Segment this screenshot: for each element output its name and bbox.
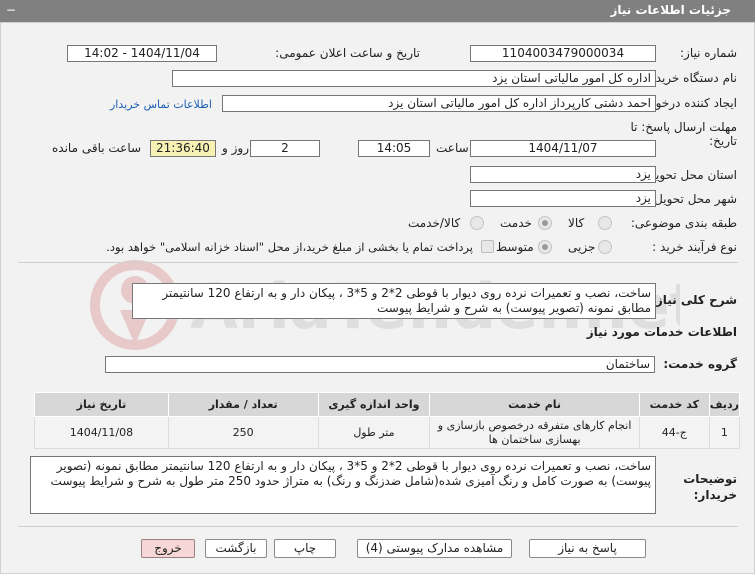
category-option-service: خدمت: [500, 216, 532, 230]
process-option-medium: متوسط: [496, 240, 534, 254]
city-field: یزد: [470, 190, 656, 207]
service-group-label: گروه خدمت:: [663, 357, 737, 371]
treasury-payment-note: پرداخت تمام یا بخشی از مبلغ خرید،از محل …: [106, 240, 473, 254]
deadline-time-field: 14:05: [358, 140, 430, 157]
reply-button[interactable]: پاسخ به نیاز: [529, 539, 646, 558]
deadline-date-field: 1404/11/07: [470, 140, 656, 157]
col-header-date: تاریخ نیاز: [34, 392, 169, 417]
title-bar: جزئیات اطلاعات نیاز −: [0, 0, 755, 22]
remaining-time-field: 21:36:40: [150, 140, 216, 157]
category-radio-service[interactable]: [538, 216, 552, 230]
days-label: روز و: [222, 141, 249, 155]
category-option-goods-service: کالا/خدمت: [408, 216, 461, 230]
cell-date: 1404/11/08: [34, 416, 169, 449]
summary-label: شرح کلی نیاز:: [651, 293, 737, 307]
buyer-notes-label-line1: توضیحات: [683, 472, 737, 486]
need-number-field: 1104003479000034: [470, 45, 656, 62]
deadline-label-line1: مهلت ارسال پاسخ: تا: [630, 120, 737, 134]
process-label: نوع فرآیند خرید :: [652, 240, 737, 254]
table-header-row: ردیف کد خدمت نام خدمت واحد اندازه گیری ت…: [34, 392, 741, 417]
col-header-qty: تعداد / مقدار: [167, 392, 319, 417]
process-option-minor: جزیی: [568, 240, 596, 254]
process-radio-medium[interactable]: [538, 240, 552, 254]
services-section-title: اطلاعات خدمات مورد نیاز: [586, 325, 737, 339]
col-header-unit: واحد اندازه گیری: [317, 392, 431, 417]
deadline-time-label: ساعت: [436, 141, 469, 155]
announce-datetime-label: تاریخ و ساعت اعلان عمومی:: [275, 46, 420, 60]
need-number-label: شماره نیاز:: [680, 46, 737, 60]
treasury-payment-checkbox[interactable]: [481, 240, 494, 253]
cell-code: ج-44: [638, 416, 710, 449]
cell-row: 1: [708, 416, 741, 449]
service-group-field: ساختمان: [105, 356, 655, 373]
province-field: یزد: [470, 166, 656, 183]
cell-qty: 250: [167, 416, 319, 449]
exit-button[interactable]: خروج: [141, 539, 195, 558]
divider: [18, 526, 738, 527]
services-table: ردیف کد خدمت نام خدمت واحد اندازه گیری ت…: [34, 392, 741, 449]
page-title: جزئیات اطلاعات نیاز: [610, 3, 731, 17]
col-header-row: ردیف: [708, 392, 741, 417]
summary-textarea[interactable]: ساخت، نصب و تعمیرات نرده روی دیوار با قو…: [132, 283, 656, 319]
buyer-notes-label-line2: خریدار:: [693, 488, 737, 502]
buyer-contact-link[interactable]: اطلاعات تماس خریدار: [110, 98, 212, 111]
remaining-days-field: 2: [250, 140, 320, 157]
col-header-code: کد خدمت: [638, 392, 710, 417]
category-label: طبقه بندی موضوعی:: [630, 216, 737, 230]
process-radio-minor[interactable]: [598, 240, 612, 254]
back-button[interactable]: بازگشت: [205, 539, 267, 558]
collapse-toggle-icon[interactable]: −: [6, 3, 16, 17]
print-button[interactable]: چاپ: [274, 539, 336, 558]
city-label: شهر محل تحویل:: [650, 192, 737, 206]
divider: [18, 262, 738, 263]
province-label: استان محل تحویل:: [642, 168, 737, 182]
cell-unit: متر طول: [317, 416, 431, 449]
buyer-org-field: اداره کل امور مالیاتی استان یزد: [172, 70, 656, 87]
category-radio-goods[interactable]: [598, 216, 612, 230]
col-header-name: نام خدمت: [429, 392, 640, 417]
table-row: 1 ج-44 انجام کارهای متفرقه درخصوص بازساز…: [34, 416, 741, 449]
remaining-time-label: ساعت باقی مانده: [52, 141, 142, 155]
buyer-notes-textarea[interactable]: ساخت، نصب و تعمیرات نرده روی دیوار با قو…: [30, 456, 656, 514]
buyer-org-label: نام دستگاه خریدار:: [642, 71, 738, 85]
creator-field: احمد دشتی کارپرداز اداره کل امور مالیاتی…: [222, 95, 656, 112]
category-option-goods: کالا: [568, 216, 585, 230]
cell-name: انجام کارهای متفرقه درخصوص بازسازی و بهس…: [429, 416, 640, 449]
deadline-label-line2: تاریخ:: [709, 134, 737, 148]
announce-datetime-field: 1404/11/04 - 14:02: [67, 45, 217, 62]
category-radio-goods-service[interactable]: [470, 216, 484, 230]
view-attachments-button[interactable]: مشاهده مدارک پیوستی (4): [357, 539, 512, 558]
